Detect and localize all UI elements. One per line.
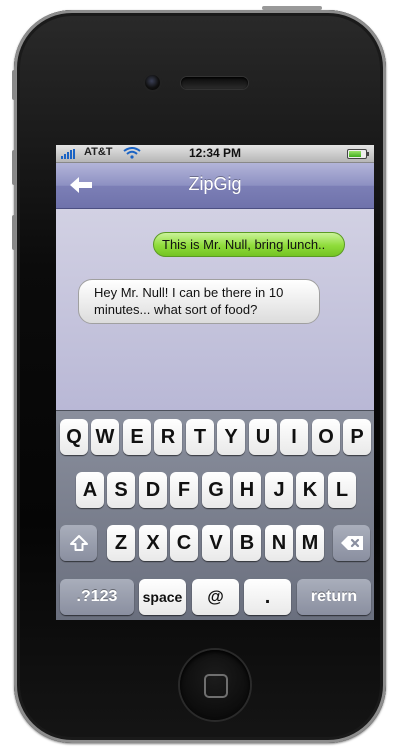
- status-bar: AT&T 12:34 PM: [56, 145, 374, 163]
- key-e[interactable]: E: [123, 419, 151, 455]
- return-key[interactable]: return: [297, 579, 371, 615]
- key-n[interactable]: N: [265, 525, 293, 561]
- period-key[interactable]: .: [244, 579, 291, 615]
- outgoing-message-text: This is Mr. Null, bring lunch..: [162, 237, 326, 252]
- key-z[interactable]: Z: [107, 525, 135, 561]
- shift-key[interactable]: [60, 525, 97, 561]
- key-p[interactable]: P: [343, 419, 371, 455]
- key-s[interactable]: S: [107, 472, 135, 508]
- volume-up-button[interactable]: [12, 150, 16, 185]
- conversation-area[interactable]: This is Mr. Null, bring lunch.. Hey Mr. …: [56, 209, 374, 410]
- key-c[interactable]: C: [170, 525, 198, 561]
- key-k[interactable]: K: [296, 472, 324, 508]
- mode-switch-key[interactable]: .?123: [60, 579, 134, 615]
- keyboard: Q W E R T Y U I O P A S D F G H J K L Z …: [56, 410, 374, 620]
- delete-key[interactable]: [333, 525, 370, 561]
- key-f[interactable]: F: [170, 472, 198, 508]
- phone-frame: AT&T 12:34 PM ZipGig This is Mr. Null, b…: [14, 10, 386, 743]
- volume-down-button[interactable]: [12, 215, 16, 250]
- key-o[interactable]: O: [312, 419, 340, 455]
- incoming-message-line-1: Hey Mr. Null! I can be there in 10: [94, 285, 284, 300]
- key-l[interactable]: L: [328, 472, 356, 508]
- space-key[interactable]: space: [139, 579, 186, 615]
- key-j[interactable]: J: [265, 472, 293, 508]
- key-r[interactable]: R: [154, 419, 182, 455]
- battery-icon: [347, 149, 369, 159]
- key-d[interactable]: D: [139, 472, 167, 508]
- earpiece-speaker: [181, 77, 248, 89]
- at-key[interactable]: @: [192, 579, 239, 615]
- mute-switch[interactable]: [12, 70, 16, 100]
- key-w[interactable]: W: [91, 419, 119, 455]
- sleep-wake-button[interactable]: [262, 6, 322, 10]
- incoming-message-bubble: Hey Mr. Null! I can be there in 10 minut…: [78, 279, 320, 324]
- battery-nub: [367, 152, 369, 156]
- key-y[interactable]: Y: [217, 419, 245, 455]
- key-g[interactable]: G: [202, 472, 230, 508]
- key-q[interactable]: Q: [60, 419, 88, 455]
- incoming-message-line-2: minutes... what sort of food?: [94, 302, 258, 317]
- key-v[interactable]: V: [202, 525, 230, 561]
- navigation-bar: ZipGig: [56, 163, 374, 209]
- shift-icon: [69, 535, 88, 551]
- key-h[interactable]: H: [233, 472, 261, 508]
- nav-title: ZipGig: [188, 174, 242, 194]
- key-a[interactable]: A: [76, 472, 104, 508]
- home-square-icon: [204, 674, 228, 698]
- key-t[interactable]: T: [186, 419, 214, 455]
- camera: [145, 75, 160, 90]
- status-time: 12:34 PM: [188, 146, 242, 160]
- screen: AT&T 12:34 PM ZipGig This is Mr. Null, b…: [56, 145, 374, 620]
- outgoing-message-bubble: This is Mr. Null, bring lunch..: [153, 232, 345, 257]
- key-b[interactable]: B: [233, 525, 261, 561]
- key-x[interactable]: X: [139, 525, 167, 561]
- delete-icon: [340, 536, 363, 550]
- key-u[interactable]: U: [249, 419, 277, 455]
- battery-fill: [349, 151, 361, 157]
- home-button[interactable]: [180, 650, 250, 720]
- key-m[interactable]: M: [296, 525, 324, 561]
- key-i[interactable]: I: [280, 419, 308, 455]
